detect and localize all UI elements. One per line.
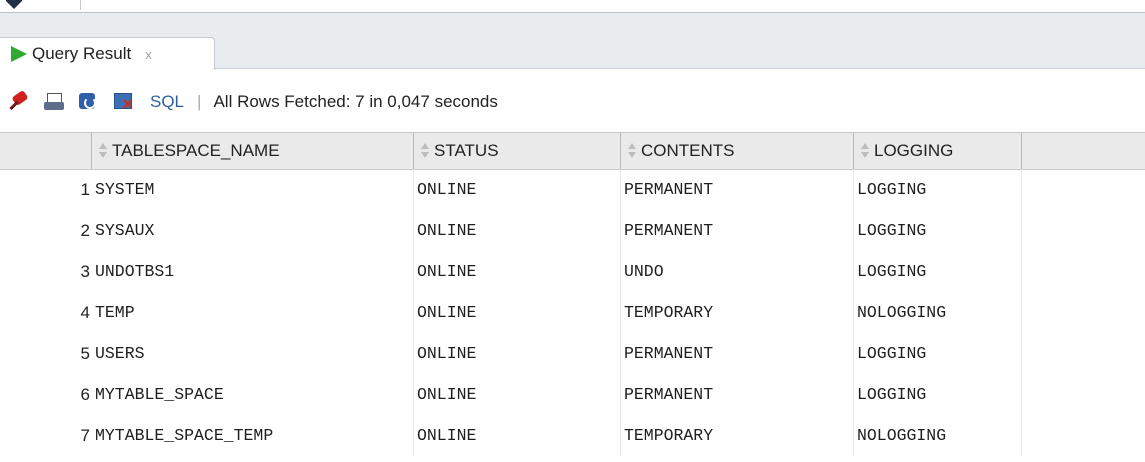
sort-icon — [98, 142, 108, 160]
table-row[interactable]: 7 MYTABLE_SPACE_TEMP ONLINE TEMPORARY NO… — [0, 415, 1145, 456]
cell-contents[interactable]: TEMPORARY — [621, 292, 854, 333]
collapse-icon[interactable] — [6, 0, 22, 9]
cell-status[interactable]: ONLINE — [414, 251, 621, 292]
cell-status[interactable]: ONLINE — [414, 169, 621, 210]
table-row[interactable]: 5 USERS ONLINE PERMANENT LOGGING — [0, 333, 1145, 374]
cell-tablespace-name[interactable]: MYTABLE_SPACE — [92, 374, 414, 415]
cell-contents[interactable]: TEMPORARY — [621, 415, 854, 456]
fetch-status: All Rows Fetched: 7 in 0,047 seconds — [213, 92, 498, 111]
cell-contents[interactable]: PERMANENT — [621, 333, 854, 374]
sort-icon — [627, 142, 637, 160]
splitter[interactable] — [80, 0, 81, 10]
table-row[interactable]: 6 MYTABLE_SPACE ONLINE PERMANENT LOGGING — [0, 374, 1145, 415]
cell-logging[interactable]: NOLOGGING — [854, 292, 1022, 333]
column-header-label: STATUS — [434, 141, 499, 160]
cell-logging[interactable]: NOLOGGING — [854, 415, 1022, 456]
column-header-contents[interactable]: CONTENTS — [621, 133, 854, 169]
cell-logging[interactable]: LOGGING — [854, 251, 1022, 292]
delete-icon[interactable] — [113, 91, 135, 113]
result-toolbar: SQL | All Rows Fetched: 7 in 0,047 secon… — [0, 86, 1145, 118]
cell-status[interactable]: ONLINE — [414, 292, 621, 333]
cell-contents[interactable]: PERMANENT — [621, 210, 854, 251]
cell-contents[interactable]: PERMANENT — [621, 374, 854, 415]
cell-logging[interactable]: LOGGING — [854, 210, 1022, 251]
row-number: 3 — [80, 262, 90, 281]
pin-icon[interactable] — [8, 91, 30, 113]
sql-button[interactable]: SQL — [150, 92, 184, 112]
cell-tablespace-name[interactable]: UNDOTBS1 — [92, 251, 414, 292]
tab-close-icon[interactable]: x — [145, 47, 152, 62]
cell-tablespace-name[interactable]: MYTABLE_SPACE_TEMP — [92, 415, 414, 456]
run-icon — [11, 46, 27, 62]
tab-query-result[interactable]: Query Result x — [0, 37, 215, 70]
grid-header: TABLESPACE_NAME STATUS CONTENTS LOGGING — [0, 132, 1145, 170]
cell-status[interactable]: ONLINE — [414, 210, 621, 251]
tab-label: Query Result — [32, 44, 132, 63]
tab-strip: Query Result x — [0, 13, 1145, 70]
cell-contents[interactable]: UNDO — [621, 251, 854, 292]
cell-contents[interactable]: PERMANENT — [621, 169, 854, 210]
column-header-logging[interactable]: LOGGING — [854, 133, 1022, 169]
cell-tablespace-name[interactable]: TEMP — [92, 292, 414, 333]
cell-logging[interactable]: LOGGING — [854, 169, 1022, 210]
row-number: 4 — [80, 303, 90, 322]
table-row[interactable]: 1 SYSTEM ONLINE PERMANENT LOGGING — [0, 169, 1145, 210]
column-header-tablespace-name[interactable]: TABLESPACE_NAME — [92, 133, 414, 169]
row-number: 6 — [80, 385, 90, 404]
row-number: 2 — [80, 221, 90, 240]
column-header-label: LOGGING — [874, 141, 954, 160]
cell-tablespace-name[interactable]: USERS — [92, 333, 414, 374]
cell-status[interactable]: ONLINE — [414, 415, 621, 456]
sort-icon — [860, 142, 870, 160]
rownum-header — [0, 133, 92, 169]
cell-status[interactable]: ONLINE — [414, 374, 621, 415]
column-header-status[interactable]: STATUS — [414, 133, 621, 169]
table-row[interactable]: 3 UNDOTBS1 ONLINE UNDO LOGGING — [0, 251, 1145, 292]
table-row[interactable]: 4 TEMP ONLINE TEMPORARY NOLOGGING — [0, 292, 1145, 333]
row-number: 1 — [80, 180, 90, 199]
row-number: 5 — [80, 344, 90, 363]
print-icon[interactable] — [43, 91, 65, 113]
cell-tablespace-name[interactable]: SYSAUX — [92, 210, 414, 251]
toolbar-separator: | — [197, 92, 202, 111]
cell-tablespace-name[interactable]: SYSTEM — [92, 169, 414, 210]
row-number: 7 — [80, 426, 90, 445]
table-row[interactable]: 2 SYSAUX ONLINE PERMANENT LOGGING — [0, 210, 1145, 251]
cell-status[interactable]: ONLINE — [414, 333, 621, 374]
top-strip — [0, 0, 1145, 13]
cell-logging[interactable]: LOGGING — [854, 374, 1022, 415]
sort-icon — [420, 142, 430, 160]
column-header-label: CONTENTS — [641, 141, 735, 160]
refresh-icon[interactable] — [78, 91, 100, 113]
column-header-label: TABLESPACE_NAME — [112, 141, 280, 160]
cell-logging[interactable]: LOGGING — [854, 333, 1022, 374]
